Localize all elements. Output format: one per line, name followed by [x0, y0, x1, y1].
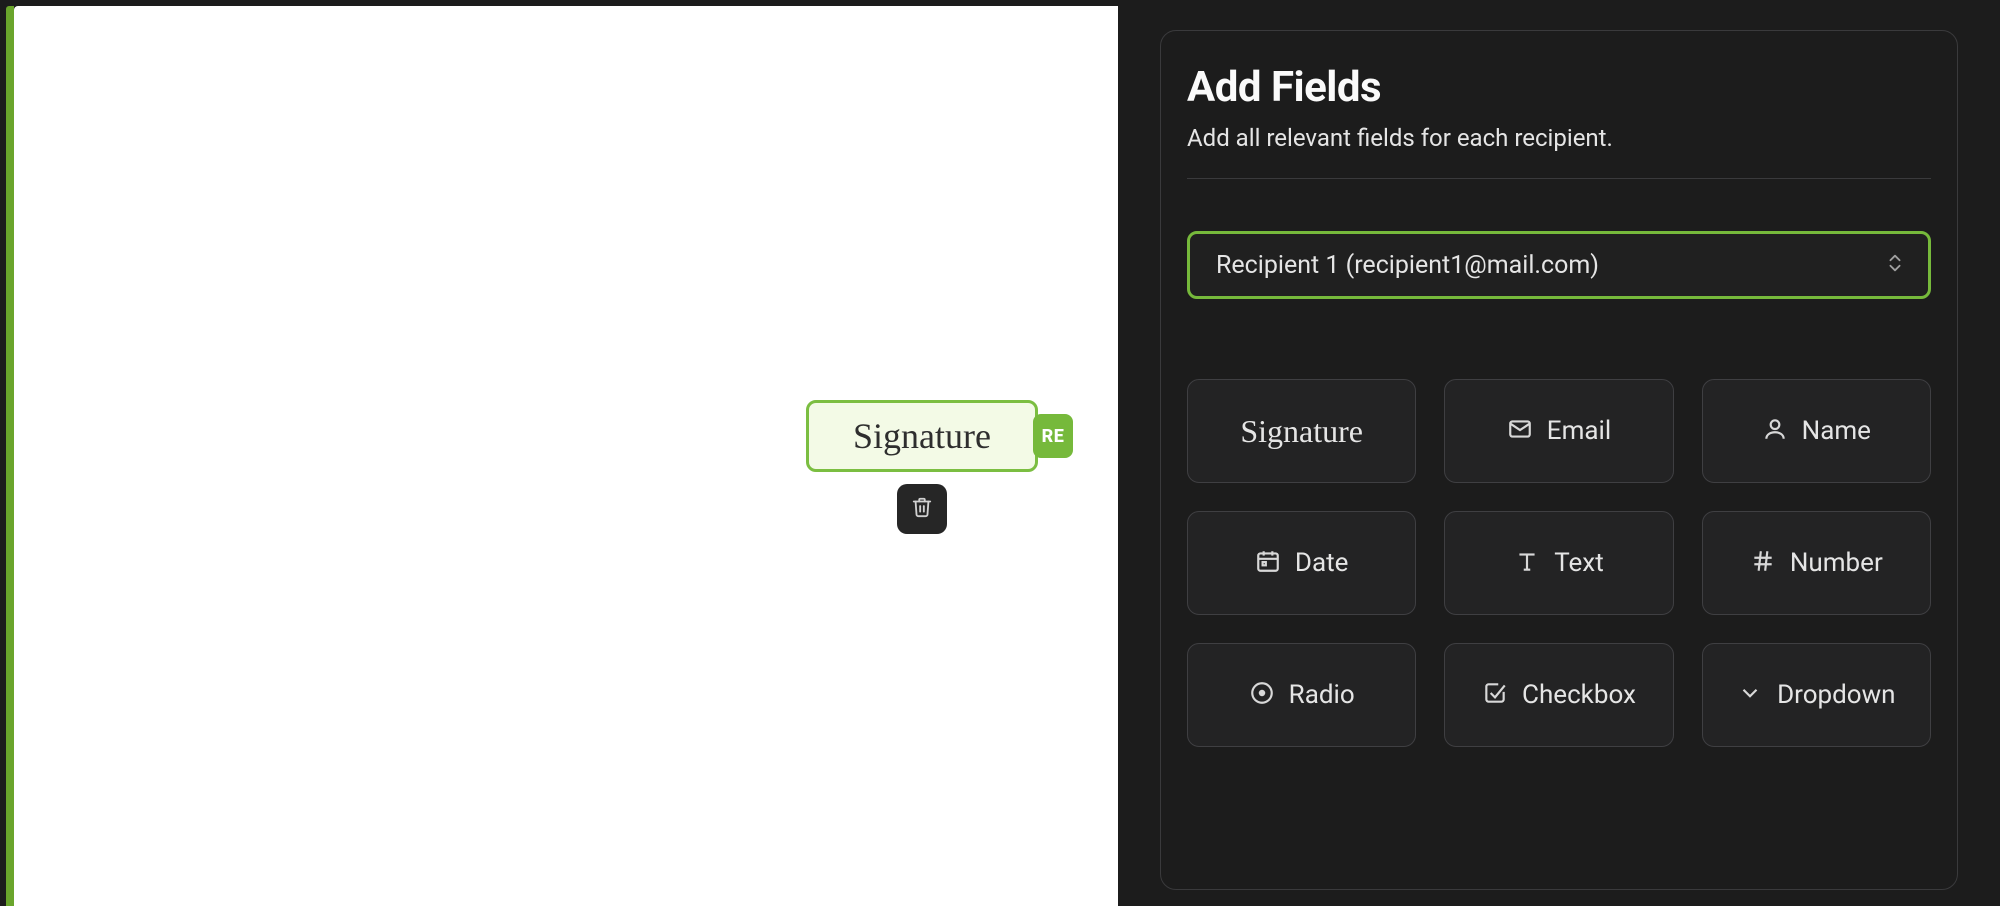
field-signature-label: Signature [1240, 413, 1363, 450]
add-fields-panel: Add Fields Add all relevant fields for e… [1160, 30, 1958, 890]
field-email-label: Email [1547, 416, 1611, 446]
field-number-button[interactable]: Number [1702, 511, 1931, 615]
radio-icon [1249, 680, 1275, 710]
field-radio-label: Radio [1289, 680, 1355, 710]
recipient-select[interactable]: Recipient 1 (recipient1@mail.com) [1187, 231, 1931, 299]
document-canvas[interactable]: Signature RE [0, 0, 1128, 906]
field-email-button[interactable]: Email [1444, 379, 1673, 483]
checkbox-icon [1482, 680, 1508, 710]
text-icon [1514, 548, 1540, 578]
chevron-down-icon [1737, 680, 1763, 710]
trash-icon [911, 496, 933, 522]
field-text-button[interactable]: Text [1444, 511, 1673, 615]
recipient-badge-text: RE [1042, 426, 1065, 447]
field-name-button[interactable]: Name [1702, 379, 1931, 483]
document-accent-bar [6, 6, 14, 906]
sidebar: Add Fields Add all relevant fields for e… [1128, 0, 2000, 906]
field-signature-button[interactable]: Signature [1187, 379, 1416, 483]
calendar-icon [1255, 548, 1281, 578]
field-checkbox-button[interactable]: Checkbox [1444, 643, 1673, 747]
recipient-badge: RE [1033, 414, 1073, 458]
mail-icon [1507, 416, 1533, 446]
field-date-label: Date [1295, 548, 1349, 578]
document-page[interactable]: Signature RE [14, 6, 1118, 906]
field-type-grid: Signature Email Name [1187, 379, 1931, 747]
field-number-label: Number [1790, 548, 1883, 578]
panel-title: Add Fields [1187, 63, 1931, 112]
field-dropdown-button[interactable]: Dropdown [1702, 643, 1931, 747]
delete-field-button[interactable] [897, 484, 947, 534]
placed-signature-field[interactable]: Signature RE [806, 400, 1038, 472]
user-icon [1762, 416, 1788, 446]
field-text-label: Text [1554, 548, 1603, 578]
panel-subtitle: Add all relevant fields for each recipie… [1187, 124, 1931, 152]
field-radio-button[interactable]: Radio [1187, 643, 1416, 747]
placed-signature-label: Signature [853, 415, 991, 457]
chevron-up-down-icon [1884, 252, 1906, 278]
recipient-selected-value: Recipient 1 (recipient1@mail.com) [1216, 251, 1599, 280]
field-checkbox-label: Checkbox [1522, 680, 1636, 710]
field-date-button[interactable]: Date [1187, 511, 1416, 615]
divider [1187, 178, 1931, 179]
field-name-label: Name [1802, 416, 1871, 446]
field-dropdown-label: Dropdown [1777, 680, 1895, 710]
hash-icon [1750, 548, 1776, 578]
